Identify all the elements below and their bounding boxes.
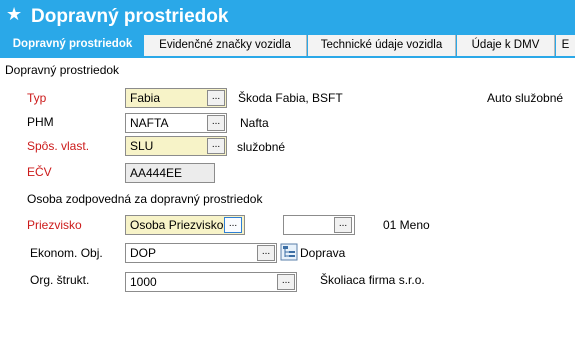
priezvisko-lookup-button[interactable]: ... bbox=[224, 217, 242, 233]
spos-vlast-label: Spôs. vlast. bbox=[27, 139, 90, 153]
tab-underline bbox=[0, 56, 575, 58]
typ-label: Typ bbox=[27, 91, 47, 105]
org-strukt-input[interactable]: 1000 bbox=[125, 272, 297, 292]
star-icon[interactable]: ★ bbox=[6, 4, 24, 26]
tab-technicke-udaje[interactable]: Technické údaje vozidla bbox=[308, 35, 456, 56]
phm-label: PHM bbox=[27, 115, 54, 129]
org-strukt-lookup-button[interactable]: ... bbox=[277, 274, 295, 290]
meno-description: 01 Meno bbox=[383, 218, 430, 232]
tab-evidencne-znacky[interactable]: Evidenčné značky vozidla bbox=[144, 35, 307, 56]
ecv-input[interactable]: AA444EE bbox=[125, 163, 215, 183]
tab-overflow[interactable]: E bbox=[556, 35, 575, 56]
org-tree-icon[interactable] bbox=[280, 243, 298, 261]
phm-lookup-button[interactable]: ... bbox=[207, 115, 225, 131]
ekonom-obj-input[interactable]: DOP bbox=[125, 243, 277, 263]
tab-dopravny-prostriedok[interactable]: Dopravný prostriedok bbox=[4, 34, 141, 56]
org-strukt-label: Org. štrukt. bbox=[30, 273, 90, 287]
priezvisko-label: Priezvisko bbox=[27, 218, 82, 232]
tab-bar: Dopravný prostriedok Evidenčné značky vo… bbox=[0, 34, 575, 56]
typ-description: Škoda Fabia, BSFT bbox=[238, 91, 343, 105]
spos-vlast-lookup-button[interactable]: ... bbox=[207, 138, 225, 154]
ekonom-obj-label: Ekonom. Obj. bbox=[30, 246, 103, 260]
section-title: Dopravný prostriedok bbox=[5, 63, 120, 77]
window-title: Dopravný prostriedok bbox=[31, 6, 229, 27]
responsible-person-heading: Osoba zodpovedná za dopravný prostriedok bbox=[27, 192, 263, 206]
spos-vlast-description: služobné bbox=[237, 140, 286, 154]
typ-lookup-button[interactable]: ... bbox=[207, 90, 225, 106]
title-bar: ★ Dopravný prostriedok bbox=[0, 0, 575, 34]
phm-description: Nafta bbox=[240, 116, 269, 130]
org-strukt-description: Školiaca firma s.r.o. bbox=[320, 273, 425, 287]
meno-lookup-button[interactable]: ... bbox=[334, 217, 352, 233]
ecv-label: EČV bbox=[27, 165, 52, 179]
ekonom-obj-lookup-button[interactable]: ... bbox=[257, 245, 275, 261]
typ-extra: Auto služobné bbox=[487, 91, 564, 105]
ekonom-obj-description: Doprava bbox=[300, 246, 346, 260]
tab-udaje-dmv[interactable]: Údaje k DMV bbox=[457, 35, 555, 56]
